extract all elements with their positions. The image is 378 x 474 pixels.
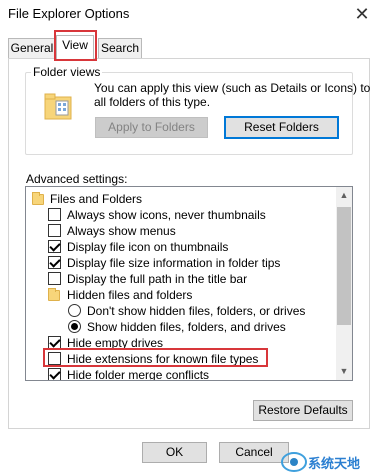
folder-views-description-2: all folders of this type. xyxy=(94,95,211,109)
checkbox[interactable] xyxy=(48,272,61,285)
option-show-hidden[interactable]: Show hidden files, folders, and drives xyxy=(26,319,336,335)
tree-item-label: Hidden files and folders xyxy=(67,288,193,302)
checkbox[interactable] xyxy=(48,368,61,380)
option-display-file-icon[interactable]: Display file icon on thumbnails xyxy=(26,239,336,255)
folder-views-description-1: You can apply this view (such as Details… xyxy=(94,81,371,95)
window-title: File Explorer Options xyxy=(8,6,130,21)
option-label: Hide folder merge conflicts xyxy=(67,368,210,381)
option-label: Hide empty drives xyxy=(67,336,164,350)
checkbox[interactable] xyxy=(48,208,61,221)
option-label: Always show menus xyxy=(67,224,176,238)
tab-general[interactable]: General xyxy=(8,38,56,58)
radio-button[interactable] xyxy=(68,320,81,333)
option-hide-folder-merge[interactable]: Hide folder merge conflicts xyxy=(26,367,336,381)
option-hide-empty-drives[interactable]: Hide empty drives xyxy=(26,335,336,351)
scroll-down-icon[interactable]: ▼ xyxy=(336,363,352,380)
option-label: Display file icon on thumbnails xyxy=(67,240,229,254)
option-always-show-menus[interactable]: Always show menus xyxy=(26,223,336,239)
checkbox[interactable] xyxy=(48,240,61,253)
checkbox[interactable] xyxy=(48,256,61,269)
option-dont-show-hidden[interactable]: Don't show hidden files, folders, or dri… xyxy=(26,303,336,319)
tree-folder-files-and-folders: Files and Folders xyxy=(26,191,336,207)
scroll-thumb[interactable] xyxy=(337,207,351,325)
reset-folders-button[interactable]: Reset Folders xyxy=(224,116,339,139)
ok-button[interactable]: OK xyxy=(142,442,207,463)
advanced-settings-list[interactable]: Files and Folders Always show icons, nev… xyxy=(25,186,353,381)
tree-folder-hidden-files: Hidden files and folders xyxy=(26,287,336,303)
list-scrollbar[interactable]: ▲ ▼ xyxy=(336,187,352,380)
option-display-full-path[interactable]: Display the full path in the title bar xyxy=(26,271,336,287)
scroll-up-icon[interactable]: ▲ xyxy=(336,187,352,204)
option-label: Hide extensions for known file types xyxy=(67,352,259,366)
watermark-text: 系统天地 xyxy=(308,456,361,471)
folder-icon xyxy=(32,192,44,205)
folder-views-label: Folder views xyxy=(31,65,103,79)
option-always-show-icons[interactable]: Always show icons, never thumbnails xyxy=(26,207,336,223)
folder-icon xyxy=(48,288,60,301)
advanced-settings-label: Advanced settings: xyxy=(26,172,128,186)
option-label: Display the full path in the title bar xyxy=(67,272,248,286)
option-label: Always show icons, never thumbnails xyxy=(67,208,266,222)
checkbox[interactable] xyxy=(48,336,61,349)
option-label: Show hidden files, folders, and drives xyxy=(87,320,286,334)
tree-item-label: Files and Folders xyxy=(50,192,143,206)
watermark-icon xyxy=(281,452,307,472)
apply-to-folders-button[interactable]: Apply to Folders xyxy=(95,117,208,138)
option-display-file-size[interactable]: Display file size information in folder … xyxy=(26,255,336,271)
option-label: Display file size information in folder … xyxy=(67,256,281,270)
title-bar: File Explorer Options ✕ xyxy=(0,0,378,30)
close-icon[interactable]: ✕ xyxy=(349,2,375,26)
option-hide-extensions[interactable]: Hide extensions for known file types xyxy=(26,351,336,367)
watermark-logo: 系统天地 xyxy=(278,448,378,474)
restore-defaults-button[interactable]: Restore Defaults xyxy=(253,400,353,421)
checkbox[interactable] xyxy=(48,224,61,237)
tab-search[interactable]: Search xyxy=(98,38,142,58)
folder-view-icon xyxy=(44,93,72,120)
option-label: Don't show hidden files, folders, or dri… xyxy=(87,304,306,318)
checkbox[interactable] xyxy=(48,352,61,365)
tab-view[interactable]: View xyxy=(56,35,94,59)
radio-button[interactable] xyxy=(68,304,81,317)
